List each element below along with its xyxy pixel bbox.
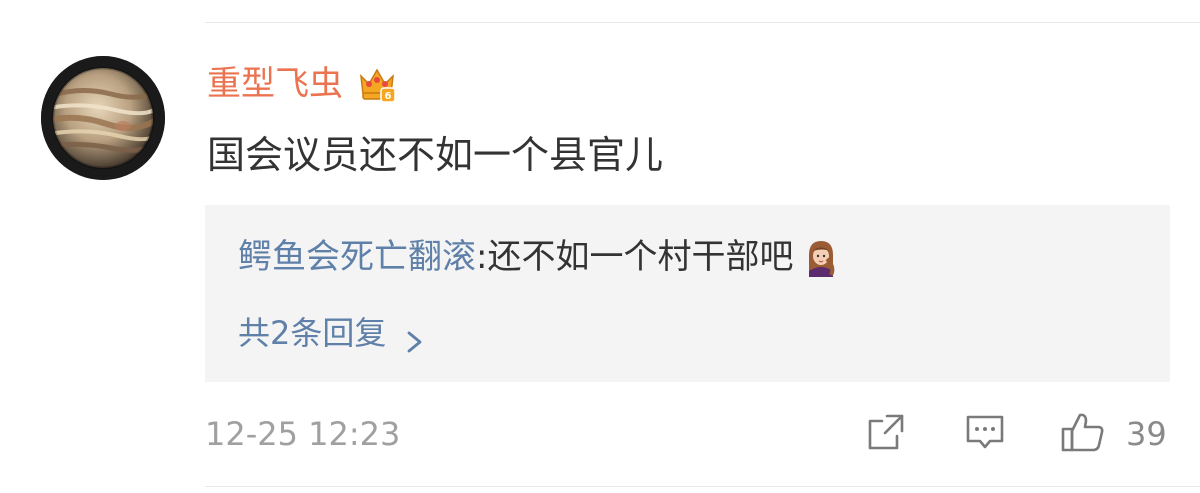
comment-username[interactable]: 重型飞虫 [207,60,343,108]
svg-text:6: 6 [385,91,392,102]
thumbs-up-icon [1060,410,1106,458]
share-icon [865,411,907,457]
vip-crown-icon: 6 [355,62,399,106]
comment-header: 重型飞虫 6 [207,60,399,108]
forward-button[interactable] [865,410,907,458]
top-divider [205,22,1200,23]
reply-text: 还不如一个村干部吧 [487,237,794,277]
bottom-divider [205,486,1200,487]
comment-text: 国会议员还不如一个县官儿 [207,133,664,177]
anna-emoji-icon [801,237,841,277]
more-replies-link[interactable]: 共2条回复 [238,309,426,357]
reply-box[interactable]: 鳄鱼会死亡翻滚: 还不如一个村干部吧 共2条回复 [205,205,1170,382]
planet-avatar-image [41,56,165,180]
reply-username[interactable]: 鳄鱼会死亡翻滚 [238,232,476,282]
chevron-right-icon [404,320,426,353]
reply-line: 鳄鱼会死亡翻滚: 还不如一个村干部吧 [238,232,841,282]
like-count: 39 [1126,415,1167,453]
like-button[interactable]: 39 [1060,410,1167,458]
comment-timestamp: 12-25 12:23 [205,415,401,453]
comment-icon [964,411,1006,457]
reply-separator: : [476,237,488,277]
more-replies-label: 共2条回复 [238,314,387,352]
comment-button[interactable] [964,410,1006,458]
avatar[interactable] [41,56,165,180]
